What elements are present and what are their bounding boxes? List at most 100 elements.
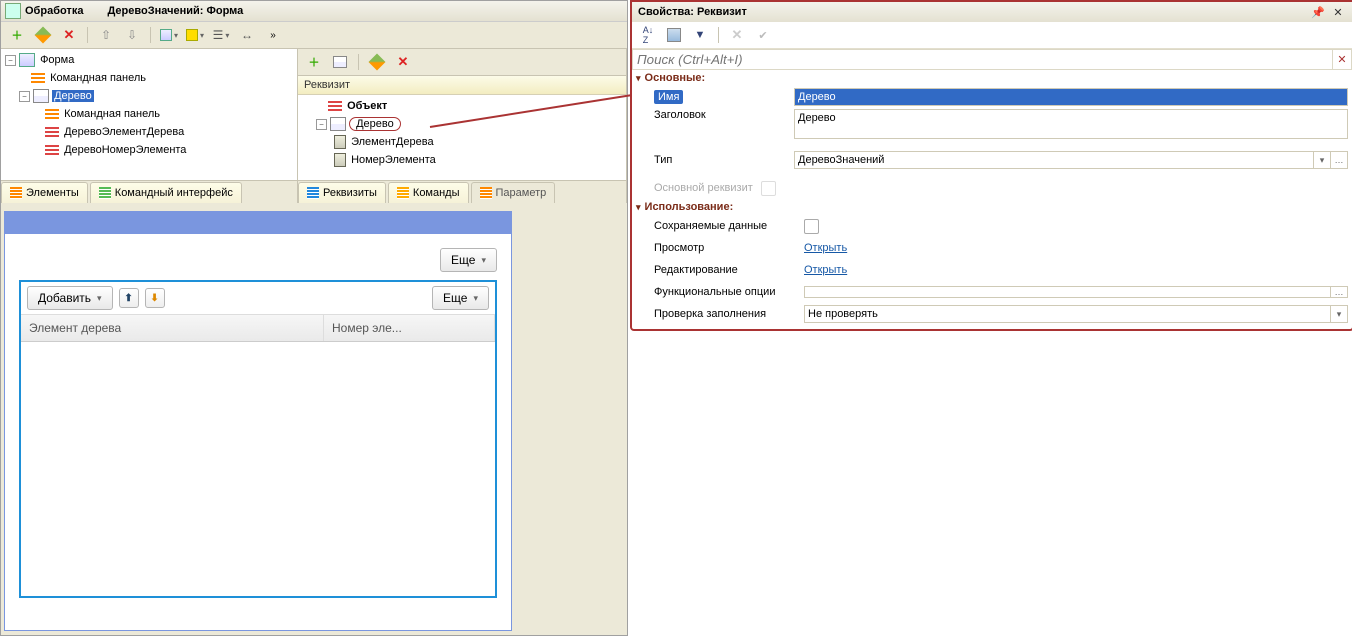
filter-button[interactable]: ▼ bbox=[690, 25, 710, 45]
prop-delete-button: ✕ bbox=[727, 25, 747, 45]
tree-root-form[interactable]: − Форма bbox=[1, 51, 297, 69]
search-input[interactable] bbox=[632, 49, 1333, 70]
chevron-down-icon[interactable]: ▾ bbox=[1330, 306, 1347, 322]
requisites-tree[interactable]: Объект − Дерево ЭлементДерева НомерЭлеме… bbox=[298, 95, 626, 180]
requisites-toolbar: ＋ ✕ bbox=[298, 49, 626, 76]
tree-sub-cmd-panel[interactable]: Командная панель bbox=[1, 105, 297, 123]
prop-name: Имя bbox=[632, 86, 1352, 108]
move-down-button[interactable]: ⬇ bbox=[145, 288, 165, 308]
stack-icon bbox=[10, 187, 22, 199]
close-button[interactable]: ✕ bbox=[1330, 5, 1346, 19]
ellipsis-button[interactable]: … bbox=[1330, 287, 1347, 297]
tab-requisites[interactable]: Реквизиты bbox=[298, 182, 386, 203]
properties-toolbar: A↓Z ▼ ✕ ✔ bbox=[632, 22, 1352, 49]
move-up-button[interactable]: ⇧ bbox=[96, 25, 116, 45]
layout-dropdown[interactable] bbox=[159, 25, 179, 45]
field-icon bbox=[45, 145, 59, 155]
sort-button[interactable]: A↓Z bbox=[638, 25, 658, 45]
column-icon bbox=[334, 153, 346, 167]
edit-open-link[interactable]: Открыть bbox=[804, 264, 847, 276]
stack-icon bbox=[99, 187, 111, 199]
tree-cmd-panel[interactable]: Командная панель bbox=[1, 69, 297, 87]
grid-header: Элемент дерева Номер эле... bbox=[21, 315, 495, 342]
panel-dropdown[interactable] bbox=[185, 25, 205, 45]
edit-button[interactable] bbox=[33, 25, 53, 45]
name-input[interactable] bbox=[794, 88, 1348, 106]
tree-tree-item[interactable]: − Дерево bbox=[1, 87, 297, 105]
add-row-button[interactable]: Добавить bbox=[27, 286, 113, 310]
clear-search-button[interactable]: ✕ bbox=[1333, 49, 1352, 70]
add-req-button[interactable]: ＋ bbox=[304, 52, 324, 72]
stack-icon bbox=[307, 187, 319, 199]
categorize-button[interactable] bbox=[664, 25, 684, 45]
grid-more-button[interactable]: Еще bbox=[432, 286, 489, 310]
field-icon bbox=[45, 127, 59, 137]
delete-req-button[interactable]: ✕ bbox=[393, 52, 413, 72]
form-preview: Еще Добавить ⬆ ⬇ Еще Элемент дерева Номе… bbox=[4, 211, 512, 631]
titlebar: Обработка ДеревоЗначений: Форма bbox=[1, 1, 627, 22]
form-icon bbox=[5, 3, 21, 19]
swap-button[interactable]: ↔ bbox=[237, 25, 257, 45]
table-icon bbox=[330, 117, 346, 131]
more-button[interactable]: Еще bbox=[440, 248, 497, 272]
req-tree[interactable]: − Дерево bbox=[298, 115, 626, 133]
properties-panel: Свойства: Реквизит 📌 ✕ A↓Z ▼ ✕ ✔ ✕ ▾Осно… bbox=[630, 0, 1352, 331]
form-icon bbox=[19, 53, 35, 67]
left-tabs: Элементы Командный интерфейс bbox=[1, 180, 297, 203]
preview-grid: Добавить ⬆ ⬇ Еще Элемент дерева Номер эл… bbox=[19, 280, 497, 598]
grid-toolbar: Добавить ⬆ ⬇ Еще bbox=[21, 282, 495, 315]
stack-icon bbox=[480, 187, 492, 199]
tree-elem-tree[interactable]: ДеревоЭлементДерева bbox=[1, 123, 297, 141]
ellipsis-button[interactable]: … bbox=[1330, 152, 1347, 168]
pin-button[interactable]: 📌 bbox=[1310, 5, 1326, 19]
properties-titlebar: Свойства: Реквизит 📌 ✕ bbox=[632, 2, 1352, 22]
elements-tree-panel: − Форма Командная панель − Дерево Команд… bbox=[1, 49, 298, 203]
req-object[interactable]: Объект bbox=[298, 97, 626, 115]
move-down-button[interactable]: ⇩ bbox=[122, 25, 142, 45]
tab-params[interactable]: Параметр bbox=[471, 182, 556, 203]
req-num[interactable]: НомерЭлемента bbox=[298, 151, 626, 169]
add-col-button[interactable] bbox=[330, 52, 350, 72]
add-button[interactable]: ＋ bbox=[7, 25, 27, 45]
section-usage[interactable]: ▾Использование: bbox=[632, 199, 1352, 215]
check-fill-combo[interactable]: Не проверять ▾ bbox=[804, 305, 1348, 323]
table-icon bbox=[333, 56, 347, 68]
preview-titlebar bbox=[5, 212, 511, 234]
chevron-down-icon[interactable]: ▾ bbox=[1313, 152, 1330, 168]
prop-view: Просмотр Открыть bbox=[632, 237, 1352, 259]
col-elem-tree[interactable]: Элемент дерева bbox=[21, 315, 324, 341]
view-open-link[interactable]: Открыть bbox=[804, 242, 847, 254]
title-main: ДеревоЗначений: Форма bbox=[107, 5, 243, 17]
title-input[interactable]: Дерево bbox=[794, 109, 1348, 139]
properties-search: ✕ bbox=[632, 49, 1352, 70]
stack-icon bbox=[397, 187, 409, 199]
section-main[interactable]: ▾Основные: bbox=[632, 70, 1352, 86]
req-elem[interactable]: ЭлементДерева bbox=[298, 133, 626, 151]
tree-num-elem[interactable]: ДеревоНомерЭлемента bbox=[1, 141, 297, 159]
prop-type: Тип ДеревоЗначений ▾ … bbox=[632, 149, 1352, 171]
tab-commands[interactable]: Команды bbox=[388, 182, 469, 203]
delete-button[interactable]: ✕ bbox=[59, 25, 79, 45]
elements-tree[interactable]: − Форма Командная панель − Дерево Команд… bbox=[1, 49, 297, 180]
edit-req-button[interactable] bbox=[367, 52, 387, 72]
main-toolbar: ＋ ✕ ⇧ ⇩ ☰ ↔ » bbox=[1, 22, 627, 49]
main-req-checkbox bbox=[761, 181, 776, 196]
list-dropdown[interactable]: ☰ bbox=[211, 25, 231, 45]
column-icon bbox=[334, 135, 346, 149]
object-icon bbox=[328, 101, 342, 111]
func-opts-combo[interactable]: … bbox=[804, 286, 1348, 298]
type-combo[interactable]: ДеревоЗначений ▾ … bbox=[794, 151, 1348, 169]
saved-data-checkbox[interactable] bbox=[804, 219, 819, 234]
col-num-elem[interactable]: Номер эле... bbox=[324, 315, 495, 341]
requisites-panel: ＋ ✕ Реквизит Объект − Дерево ЭлементДере… bbox=[298, 49, 627, 203]
requisites-header: Реквизит bbox=[298, 76, 626, 95]
move-up-button[interactable]: ⬆ bbox=[119, 288, 139, 308]
prop-saved-data: Сохраняемые данные bbox=[632, 215, 1352, 237]
tree-panels: − Форма Командная панель − Дерево Команд… bbox=[1, 49, 627, 203]
tab-cmd-interface[interactable]: Командный интерфейс bbox=[90, 182, 242, 203]
more-toolbar-button[interactable]: » bbox=[263, 25, 283, 45]
table-icon bbox=[33, 89, 49, 103]
prop-check-button: ✔ bbox=[753, 25, 773, 45]
tab-elements[interactable]: Элементы bbox=[1, 182, 88, 203]
grid-body[interactable] bbox=[21, 342, 495, 596]
